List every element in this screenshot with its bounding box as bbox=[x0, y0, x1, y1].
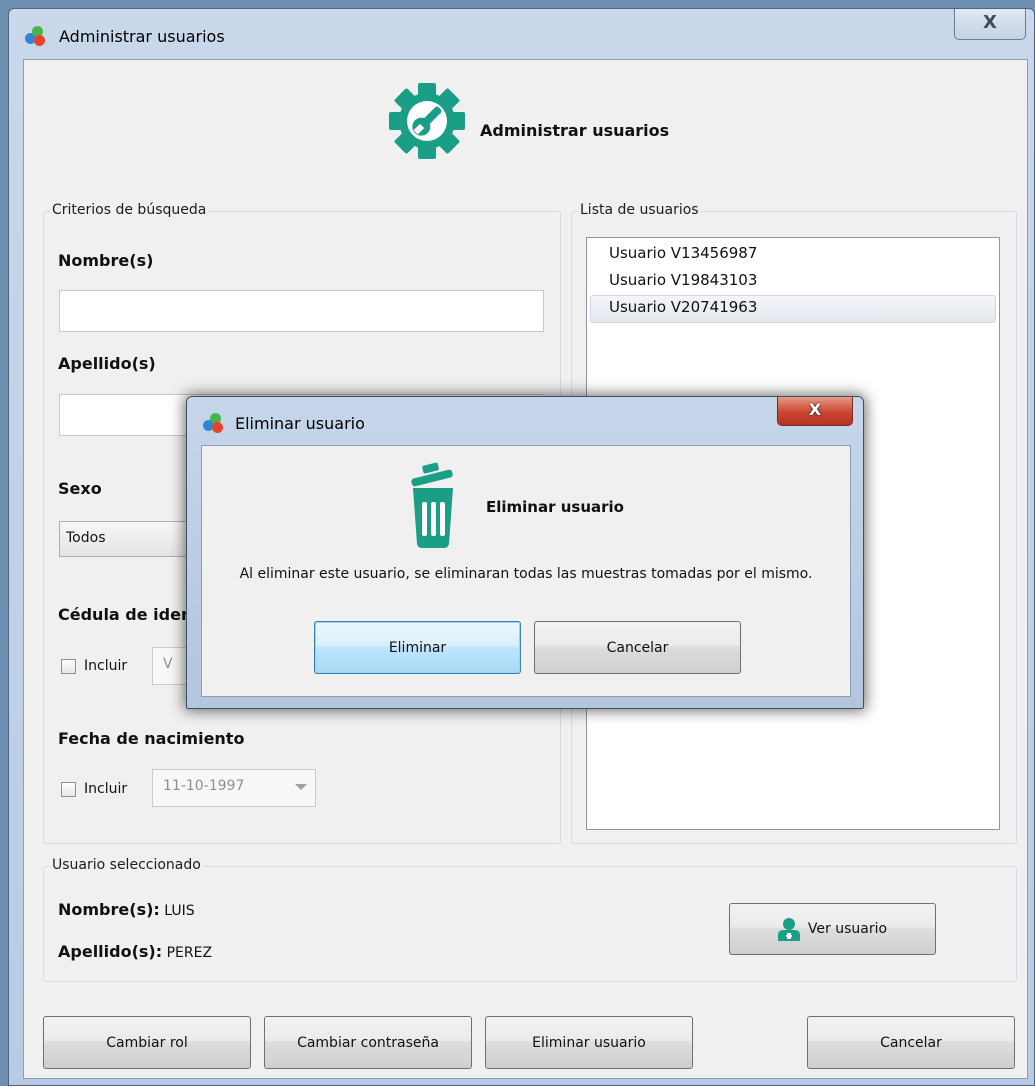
nombre-label: Nombre(s) bbox=[58, 251, 154, 270]
dialog-heading: Eliminar usuario bbox=[486, 498, 624, 516]
list-item[interactable]: Usuario V13456987 bbox=[609, 244, 757, 262]
delete-user-dialog: Eliminar usuario X Eliminar usuario Al e… bbox=[186, 396, 864, 709]
cedula-checkbox-box[interactable] bbox=[61, 658, 76, 674]
nombre-input[interactable] bbox=[59, 290, 544, 332]
cambiar-rol-button[interactable]: Cambiar rol bbox=[43, 1016, 251, 1069]
apellido-label: Apellido(s) bbox=[58, 354, 156, 373]
fecha-date-value: 11-10-1997 bbox=[163, 778, 245, 794]
dialog-close-button[interactable]: X bbox=[777, 397, 853, 426]
list-item[interactable]: Usuario V20741963 bbox=[609, 298, 757, 316]
selected-nombre: Nombre(s): LUIS bbox=[58, 900, 195, 919]
dialog-client-area: Eliminar usuario Al eliminar este usuari… bbox=[201, 445, 851, 697]
selected-apellido-label: Apellido(s): bbox=[58, 942, 163, 961]
cedula-include-checkbox[interactable]: Incluir bbox=[61, 658, 127, 674]
search-criteria-title: Criterios de búsqueda bbox=[50, 202, 209, 218]
fecha-include-checkbox[interactable]: Incluir bbox=[61, 781, 127, 797]
sexo-select-value: Todos bbox=[66, 530, 106, 546]
header-gear-wrench-icon bbox=[388, 82, 466, 160]
cedula-checkbox-label: Incluir bbox=[84, 658, 128, 674]
dialog-app-logo-icon bbox=[203, 413, 225, 433]
selected-user-title: Usuario seleccionado bbox=[50, 857, 203, 873]
selected-apellido-value: PEREZ bbox=[166, 945, 213, 961]
ver-usuario-button[interactable]: Ver usuario bbox=[729, 903, 936, 955]
user-doctor-icon bbox=[777, 917, 800, 941]
dialog-message: Al eliminar este usuario, se eliminaran … bbox=[239, 566, 813, 582]
window-close-button[interactable]: X bbox=[954, 9, 1026, 40]
app-logo-icon bbox=[25, 26, 47, 46]
selected-nombre-label: Nombre(s): bbox=[58, 900, 160, 919]
header-title: Administrar usuarios bbox=[480, 121, 670, 140]
cambiar-contrasena-button[interactable]: Cambiar contraseña bbox=[264, 1016, 472, 1069]
fecha-checkbox-box[interactable] bbox=[61, 781, 76, 797]
trash-icon bbox=[407, 462, 463, 548]
dialog-cancelar-button[interactable]: Cancelar bbox=[534, 621, 741, 674]
selected-apellido: Apellido(s): PEREZ bbox=[58, 942, 212, 961]
sexo-label: Sexo bbox=[58, 479, 102, 498]
list-item[interactable]: Usuario V19843103 bbox=[609, 271, 757, 289]
selected-nombre-value: LUIS bbox=[164, 903, 195, 919]
chevron-down-icon[interactable] bbox=[295, 784, 307, 790]
fecha-checkbox-label: Incluir bbox=[84, 781, 128, 797]
dialog-eliminar-button[interactable]: Eliminar bbox=[314, 621, 521, 674]
ver-usuario-label: Ver usuario bbox=[807, 921, 888, 937]
fecha-date-picker[interactable]: 11-10-1997 bbox=[152, 769, 316, 807]
user-list-title: Lista de usuarios bbox=[578, 202, 701, 218]
cancelar-button[interactable]: Cancelar bbox=[807, 1016, 1015, 1069]
eliminar-usuario-button[interactable]: Eliminar usuario bbox=[485, 1016, 693, 1069]
fecha-label: Fecha de nacimiento bbox=[58, 729, 245, 748]
title-bar[interactable]: Administrar usuarios X bbox=[9, 9, 1034, 59]
cedula-prefix: V bbox=[163, 656, 173, 672]
window-title: Administrar usuarios bbox=[59, 27, 225, 46]
dialog-title: Eliminar usuario bbox=[235, 414, 365, 433]
cedula-label: Cédula de iden bbox=[58, 605, 193, 624]
